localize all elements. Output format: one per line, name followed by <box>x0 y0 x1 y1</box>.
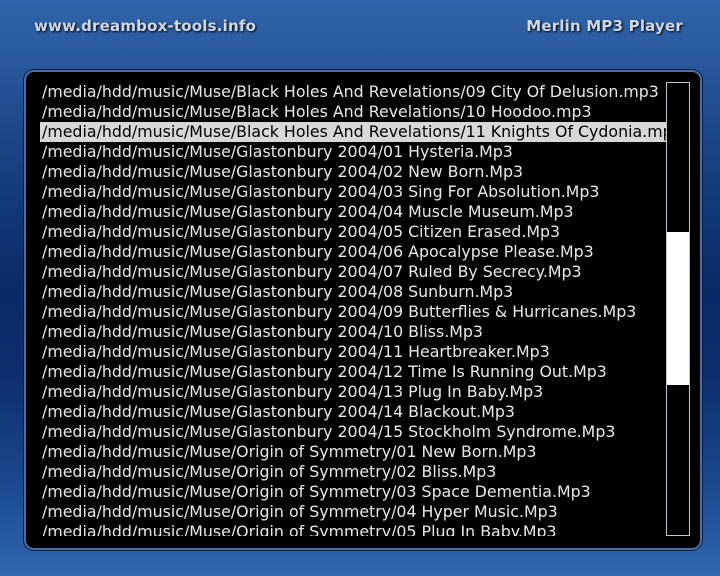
playlist-item[interactable]: /media/hdd/music/Muse/Origin of Symmetry… <box>40 482 676 502</box>
playlist-item[interactable]: /media/hdd/music/Muse/Origin of Symmetry… <box>40 462 676 482</box>
playlist-item[interactable]: /media/hdd/music/Muse/Glastonbury 2004/1… <box>40 402 676 422</box>
playlist-item-selected[interactable]: /media/hdd/music/Muse/Black Holes And Re… <box>40 122 676 142</box>
playlist-panel: /media/hdd/music/Muse/Black Holes And Re… <box>24 70 702 550</box>
app-title: Merlin MP3 Player <box>526 17 683 35</box>
playlist-item[interactable]: /media/hdd/music/Muse/Origin of Symmetry… <box>40 522 676 536</box>
playlist-list[interactable]: /media/hdd/music/Muse/Black Holes And Re… <box>40 82 676 536</box>
playlist-item[interactable]: /media/hdd/music/Muse/Glastonbury 2004/0… <box>40 162 676 182</box>
playlist-item[interactable]: /media/hdd/music/Muse/Glastonbury 2004/1… <box>40 322 676 342</box>
playlist-item[interactable]: /media/hdd/music/Muse/Glastonbury 2004/0… <box>40 142 676 162</box>
playlist-item[interactable]: /media/hdd/music/Muse/Glastonbury 2004/0… <box>40 282 676 302</box>
scrollbar-thumb[interactable] <box>667 232 689 385</box>
playlist-item[interactable]: /media/hdd/music/Muse/Glastonbury 2004/0… <box>40 242 676 262</box>
playlist-item[interactable]: /media/hdd/music/Muse/Glastonbury 2004/0… <box>40 262 676 282</box>
playlist-item[interactable]: /media/hdd/music/Muse/Glastonbury 2004/1… <box>40 422 676 442</box>
playlist-item[interactable]: /media/hdd/music/Muse/Glastonbury 2004/1… <box>40 382 676 402</box>
playlist-item[interactable]: /media/hdd/music/Muse/Origin of Symmetry… <box>40 442 676 462</box>
playlist-item[interactable]: /media/hdd/music/Muse/Glastonbury 2004/1… <box>40 362 676 382</box>
playlist-scrollbar[interactable] <box>666 82 690 536</box>
playlist-item[interactable]: /media/hdd/music/Muse/Black Holes And Re… <box>40 102 676 122</box>
playlist-item[interactable]: /media/hdd/music/Muse/Glastonbury 2004/0… <box>40 202 676 222</box>
playlist-item[interactable]: /media/hdd/music/Muse/Glastonbury 2004/1… <box>40 342 676 362</box>
playlist-item[interactable]: /media/hdd/music/Muse/Black Holes And Re… <box>40 82 676 102</box>
playlist-item[interactable]: /media/hdd/music/Muse/Glastonbury 2004/0… <box>40 182 676 202</box>
playlist-item[interactable]: /media/hdd/music/Muse/Glastonbury 2004/0… <box>40 222 676 242</box>
site-url-label: www.dreambox-tools.info <box>34 17 257 35</box>
playlist-item[interactable]: /media/hdd/music/Muse/Glastonbury 2004/0… <box>40 302 676 322</box>
playlist-item[interactable]: /media/hdd/music/Muse/Origin of Symmetry… <box>40 502 676 522</box>
